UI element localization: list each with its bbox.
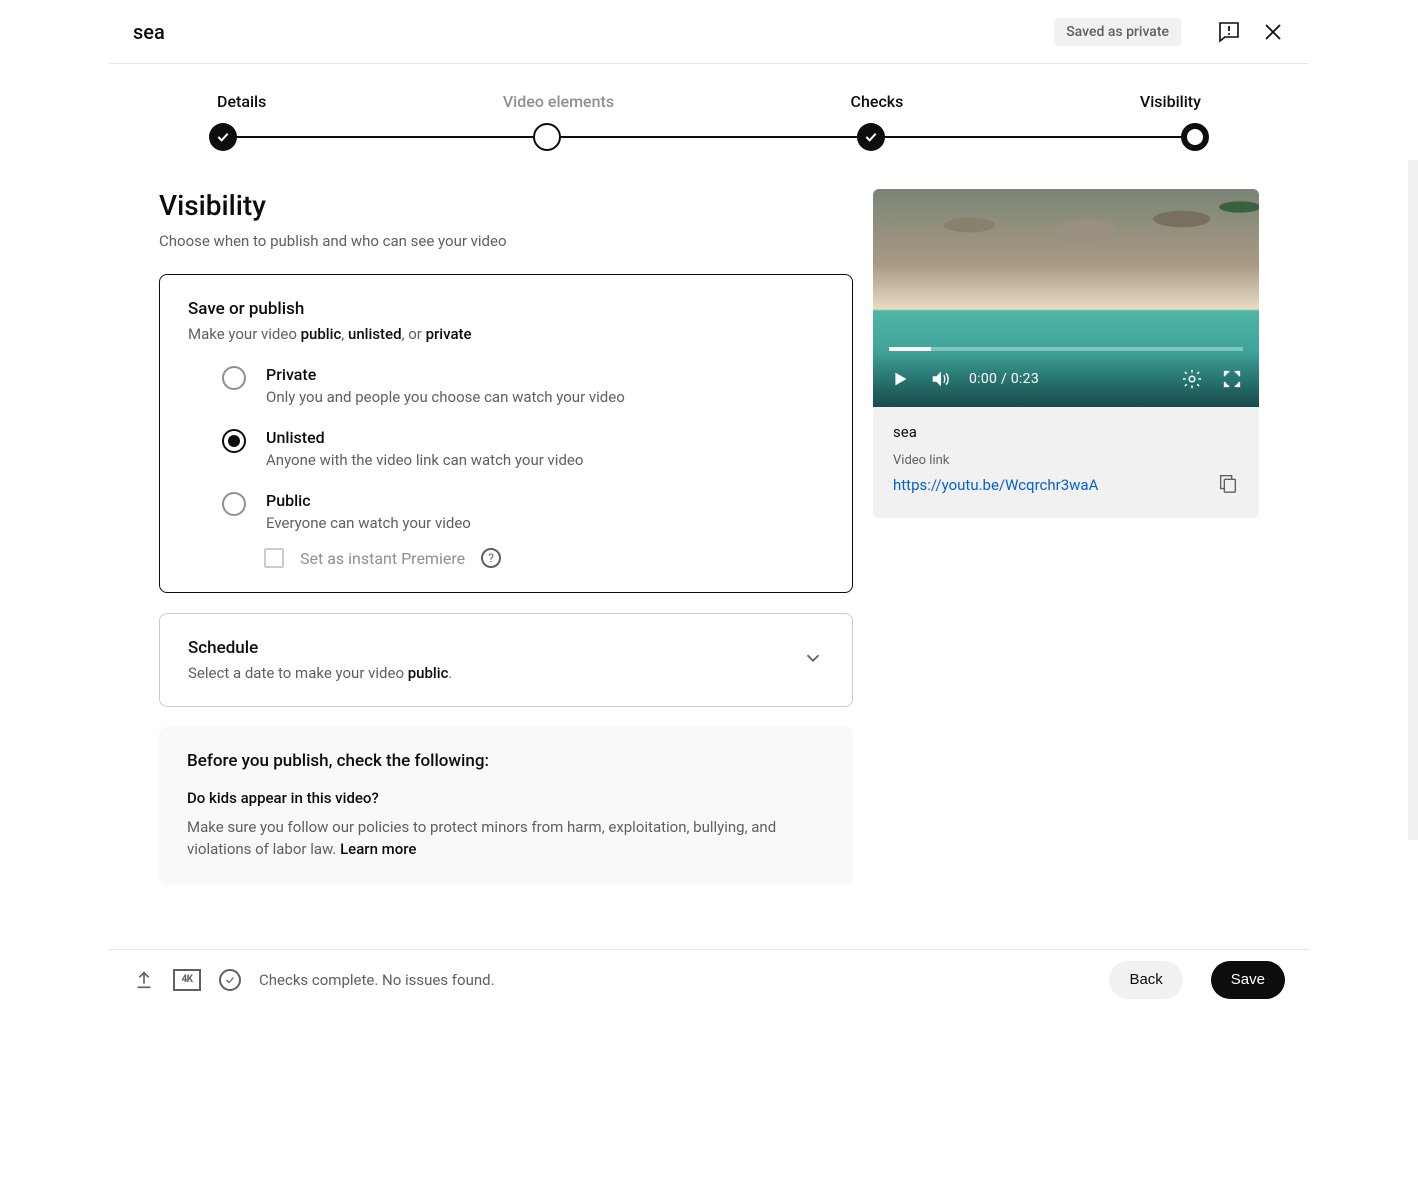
preview-video-title: sea [893, 423, 1239, 441]
step-node-visibility[interactable] [1181, 123, 1209, 151]
scrollbar[interactable] [1408, 160, 1418, 840]
save-button[interactable]: Save [1211, 961, 1285, 999]
video-time: 0:00 / 0:23 [969, 371, 1039, 387]
step-checks[interactable]: Checks [843, 88, 912, 115]
option-public-desc: Everyone can watch your video [266, 514, 471, 532]
option-public[interactable]: Public Everyone can watch your video [222, 491, 824, 532]
gear-icon[interactable] [1181, 368, 1203, 390]
volume-icon[interactable] [929, 368, 951, 390]
video-link-label: Video link [893, 453, 1239, 468]
video-preview: 0:00 / 0:23 sea Video link https://youtu… [873, 189, 1259, 518]
info-box: Before you publish, check the following:… [159, 727, 853, 885]
video-thumbnail[interactable]: 0:00 / 0:23 [873, 189, 1259, 407]
option-unlisted[interactable]: Unlisted Anyone with the video link can … [222, 428, 824, 469]
step-details[interactable]: Details [209, 88, 274, 115]
check-circle-icon [219, 969, 241, 991]
premiere-label: Set as instant Premiere [300, 549, 465, 568]
option-private-title: Private [266, 365, 625, 384]
option-unlisted-desc: Anyone with the video link can watch you… [266, 451, 583, 469]
stepper: Details Video elements Checks Visibility [109, 64, 1309, 153]
step-visibility[interactable]: Visibility [1132, 88, 1209, 115]
step-node-checks[interactable] [857, 123, 885, 151]
help-icon[interactable]: ? [481, 548, 501, 568]
chevron-down-icon [802, 647, 824, 673]
footer-status: Checks complete. No issues found. [259, 971, 495, 989]
feedback-icon[interactable] [1217, 20, 1241, 44]
radio-private[interactable] [222, 366, 246, 390]
schedule-title: Schedule [188, 638, 452, 658]
save-publish-card: Save or publish Make your video public, … [159, 274, 853, 593]
radio-public[interactable] [222, 492, 246, 516]
video-link-url[interactable]: https://youtu.be/Wcqrchr3waA [893, 476, 1098, 494]
option-public-title: Public [266, 491, 471, 510]
dialog-title: sea [133, 20, 165, 44]
status-badge: Saved as private [1054, 18, 1181, 46]
back-button[interactable]: Back [1109, 961, 1182, 999]
play-icon[interactable] [889, 368, 911, 390]
learn-more-link[interactable]: Learn more [340, 840, 416, 858]
option-unlisted-title: Unlisted [266, 428, 583, 447]
option-private-desc: Only you and people you choose can watch… [266, 388, 625, 406]
close-icon[interactable] [1261, 20, 1285, 44]
info-text-kids: Make sure you follow our policies to pro… [187, 817, 825, 861]
fullscreen-icon[interactable] [1221, 368, 1243, 390]
step-node-video-elements[interactable] [533, 123, 561, 151]
step-video-elements[interactable]: Video elements [495, 88, 622, 115]
save-publish-title: Save or publish [188, 299, 824, 319]
step-node-details[interactable] [209, 123, 237, 151]
option-private[interactable]: Private Only you and people you choose c… [222, 365, 824, 406]
upload-icon[interactable] [133, 969, 155, 991]
premiere-checkbox[interactable] [264, 548, 284, 568]
hd-icon: 4K [173, 969, 201, 991]
page-title: Visibility [159, 189, 853, 222]
premiere-row: Set as instant Premiere ? [264, 548, 824, 568]
save-publish-subtitle: Make your video public, unlisted, or pri… [188, 325, 824, 343]
dialog-header: sea Saved as private [109, 0, 1309, 64]
info-title: Before you publish, check the following: [187, 751, 825, 771]
copy-icon[interactable] [1217, 472, 1239, 498]
radio-unlisted[interactable] [222, 429, 246, 453]
dialog-footer: 4K Checks complete. No issues found. Bac… [109, 949, 1309, 1009]
schedule-subtitle: Select a date to make your video public. [188, 664, 452, 682]
info-question-kids: Do kids appear in this video? [187, 789, 825, 807]
page-subtitle: Choose when to publish and who can see y… [159, 232, 853, 250]
schedule-card[interactable]: Schedule Select a date to make your vide… [159, 613, 853, 707]
